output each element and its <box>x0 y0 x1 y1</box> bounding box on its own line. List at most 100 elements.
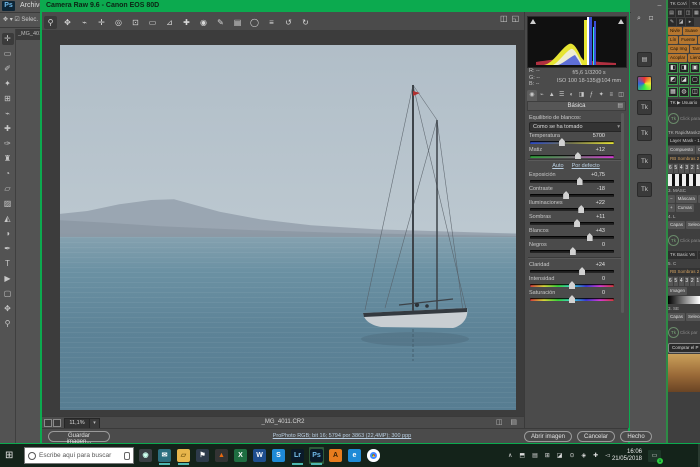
app-vlc[interactable]: ▲ <box>214 447 229 464</box>
red-eye-tool[interactable]: ◉ <box>197 16 210 29</box>
tab-effects[interactable]: ƒ <box>586 90 596 101</box>
tk-button[interactable]: Lienzo <box>688 54 700 62</box>
cancel-button[interactable]: Cancelar <box>577 431 615 442</box>
tk-button[interactable]: Cap Img <box>668 45 689 53</box>
tk-button[interactable]: ◍ <box>679 87 689 97</box>
tray-icon[interactable]: ◪ <box>557 452 563 459</box>
tk-button[interactable]: ▸ <box>686 18 694 26</box>
slider-track[interactable] <box>530 222 614 225</box>
color-panel-icon[interactable] <box>637 76 652 91</box>
transform-tool[interactable]: ⊿ <box>163 16 176 29</box>
slider-track[interactable] <box>530 141 614 144</box>
tray-icon[interactable]: ⊙ <box>569 452 574 459</box>
tk-button[interactable]: TK RapidMask2 V6 <box>668 129 700 136</box>
hand-tool[interactable]: ✥ <box>2 303 14 315</box>
graduated-filter-tool[interactable]: ▤ <box>231 16 244 29</box>
crop-tool[interactable]: ⊞ <box>2 93 14 105</box>
tray-icon[interactable]: ∧ <box>508 452 512 459</box>
tk-button[interactable]: 2 <box>690 277 695 286</box>
preview-toggle-icon[interactable]: ◫ <box>500 14 508 23</box>
crop-tool[interactable]: ⊡ <box>129 16 142 29</box>
start-button[interactable]: ⊞ <box>5 450 13 461</box>
tk-button[interactable]: ✎ <box>668 18 676 26</box>
type-tool[interactable]: T <box>2 258 14 270</box>
blur-tool[interactable]: ◭ <box>2 213 14 225</box>
gradient-tool[interactable]: ▨ <box>2 198 14 210</box>
tk-button[interactable]: Fuente <box>679 36 697 44</box>
marquee-tool[interactable]: ▭ <box>2 48 14 60</box>
slider-track[interactable] <box>530 208 614 211</box>
tk-button[interactable]: + <box>668 204 675 212</box>
tk-button[interactable]: TK Com <box>690 0 700 8</box>
pen-tool[interactable]: ✒ <box>2 243 14 255</box>
eraser-tool[interactable]: ▱ <box>2 183 14 195</box>
zoom-tool[interactable]: ⚲ <box>44 16 57 29</box>
search-workspace-icons[interactable]: ⌕ ⊡ <box>637 15 656 23</box>
targeted-adjustment-tool[interactable]: ◎ <box>112 16 125 29</box>
app-photoshop-active[interactable]: Ps <box>309 447 324 464</box>
tab-camera-calibration[interactable]: ✦ <box>596 90 606 101</box>
straighten-tool[interactable]: ▭ <box>146 16 159 29</box>
tk-button[interactable]: Máscara <box>676 195 697 203</box>
tray-icon[interactable]: ⊞ <box>545 452 550 459</box>
tk-button[interactable]: ◨ <box>679 63 689 73</box>
tk-button[interactable]: 5 <box>674 277 679 286</box>
tk-button[interactable]: 6 <box>668 277 673 286</box>
tk-button[interactable]: ▢ <box>690 75 700 85</box>
slider-track[interactable] <box>530 270 614 273</box>
tk-button[interactable]: Selecció <box>686 221 700 229</box>
open-image-button[interactable]: Abrir imagen <box>524 431 572 442</box>
move-tool[interactable]: ✛ <box>2 33 14 45</box>
tk-button[interactable]: Can <box>696 146 700 154</box>
tk-button[interactable]: Selecció <box>686 313 700 321</box>
tab-lens-corrections[interactable]: ◨ <box>577 90 587 101</box>
action-center-icon[interactable]: ▭1 <box>648 450 661 462</box>
tray-icon[interactable]: ◈ <box>581 452 586 459</box>
tk-button[interactable]: ◫ <box>685 9 692 17</box>
app-word[interactable]: W <box>252 447 267 464</box>
tab-detail[interactable]: ▲ <box>547 90 557 101</box>
tk-button[interactable]: Curvas <box>676 204 694 212</box>
tk-button[interactable]: RB Sombras 2 16A <box>668 155 700 163</box>
slider-track[interactable] <box>530 250 614 253</box>
tray-icon[interactable]: ▤ <box>532 452 538 459</box>
tk-button[interactable]: ▦ <box>668 87 678 97</box>
preview-settings-icons[interactable]: ◫ ▤ <box>496 418 520 426</box>
tk-button[interactable]: 5 <box>674 164 679 173</box>
tab-basic[interactable]: ◉ <box>527 90 537 101</box>
color-sampler-tool[interactable]: ✛ <box>95 16 108 29</box>
taskbar-clock[interactable]: 16:06 21/05/2018 <box>606 449 642 463</box>
tk-button[interactable]: ▦ <box>693 9 700 17</box>
eyedropper-tool[interactable]: ⌁ <box>2 108 14 120</box>
app-edge[interactable]: e <box>347 447 362 464</box>
brush-tool[interactable]: ✑ <box>2 138 14 150</box>
photo-preview[interactable] <box>60 45 516 410</box>
tab-tone-curve[interactable]: ⌁ <box>537 90 547 101</box>
clone-stamp-tool[interactable]: ♜ <box>2 153 14 165</box>
panel-menu-icon[interactable]: ▤ <box>617 102 623 111</box>
lasso-tool[interactable]: ✐ <box>2 63 14 75</box>
tab-hsl[interactable]: ☰ <box>557 90 567 101</box>
path-select-tool[interactable]: ▶ <box>2 273 14 285</box>
tk-button[interactable]: ▣ <box>690 63 700 73</box>
histogram[interactable] <box>527 16 627 68</box>
tk-button[interactable]: 4. L <box>668 213 676 220</box>
save-image-button[interactable]: Guardar imagen... <box>48 431 110 442</box>
tk-button[interactable]: 6 <box>668 164 673 173</box>
workflow-options-link[interactable]: ProPhoto RGB; bit 16; 5794 por 3863 (22,… <box>222 433 462 439</box>
tk-panel-icon-3[interactable]: Tk <box>637 154 652 169</box>
microphone-icon[interactable] <box>124 452 130 460</box>
app-defender[interactable]: ⚑ <box>195 447 210 464</box>
tk-button[interactable]: ▥ <box>676 9 683 17</box>
tk-button[interactable]: ◪ <box>677 18 685 26</box>
tk-button[interactable]: Click para <box>680 238 700 243</box>
tk-button[interactable]: 3 <box>685 277 690 286</box>
tk-button[interactable]: 3. MÁSC <box>668 187 686 194</box>
shadow-clipping-indicator[interactable] <box>530 19 536 24</box>
tk-panel-icon-1[interactable]: Tk <box>637 100 652 115</box>
adjustment-brush-tool[interactable]: ✎ <box>214 16 227 29</box>
tk-button[interactable]: 1 <box>696 277 700 286</box>
tab-split-toning[interactable]: ◐ <box>567 90 577 101</box>
radial-filter-tool[interactable]: ◯ <box>248 16 261 29</box>
slider-track[interactable] <box>530 236 614 239</box>
